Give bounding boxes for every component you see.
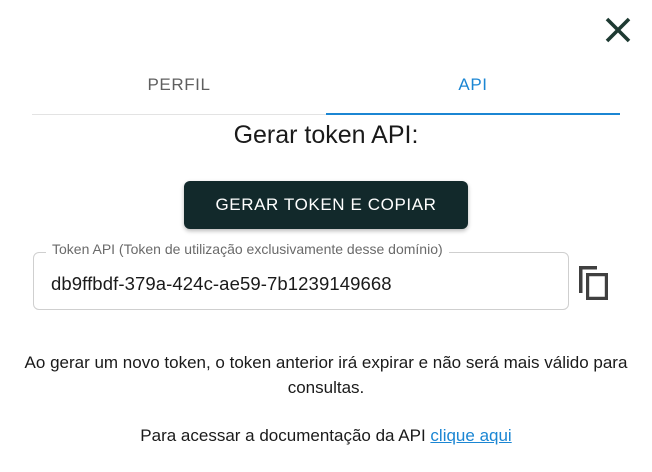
token-value[interactable]: db9ffbdf-379a-424c-ae59-7b1239149668 [51,273,392,295]
section-title: Gerar token API: [233,121,419,149]
generate-token-button[interactable]: GERAR TOKEN E COPIAR [184,181,468,229]
close-icon [605,17,631,43]
copy-button[interactable] [575,262,613,302]
warning-text: Ao gerar um novo token, o token anterior… [24,353,628,397]
documentation-link[interactable]: clique aqui [430,426,511,445]
tab-bar: PERFIL API [32,56,620,115]
token-field-label: Token API (Token de utilização exclusiva… [46,241,449,257]
token-field[interactable]: Token API (Token de utilização exclusiva… [33,241,569,310]
close-button[interactable] [600,12,636,48]
copy-icon [579,266,608,300]
tab-perfil[interactable]: PERFIL [32,56,326,114]
documentation-text: Para acessar a documentação da API [140,426,426,445]
tab-api[interactable]: API [326,56,620,115]
documentation-line: Para acessar a documentação da API cliqu… [0,426,652,446]
